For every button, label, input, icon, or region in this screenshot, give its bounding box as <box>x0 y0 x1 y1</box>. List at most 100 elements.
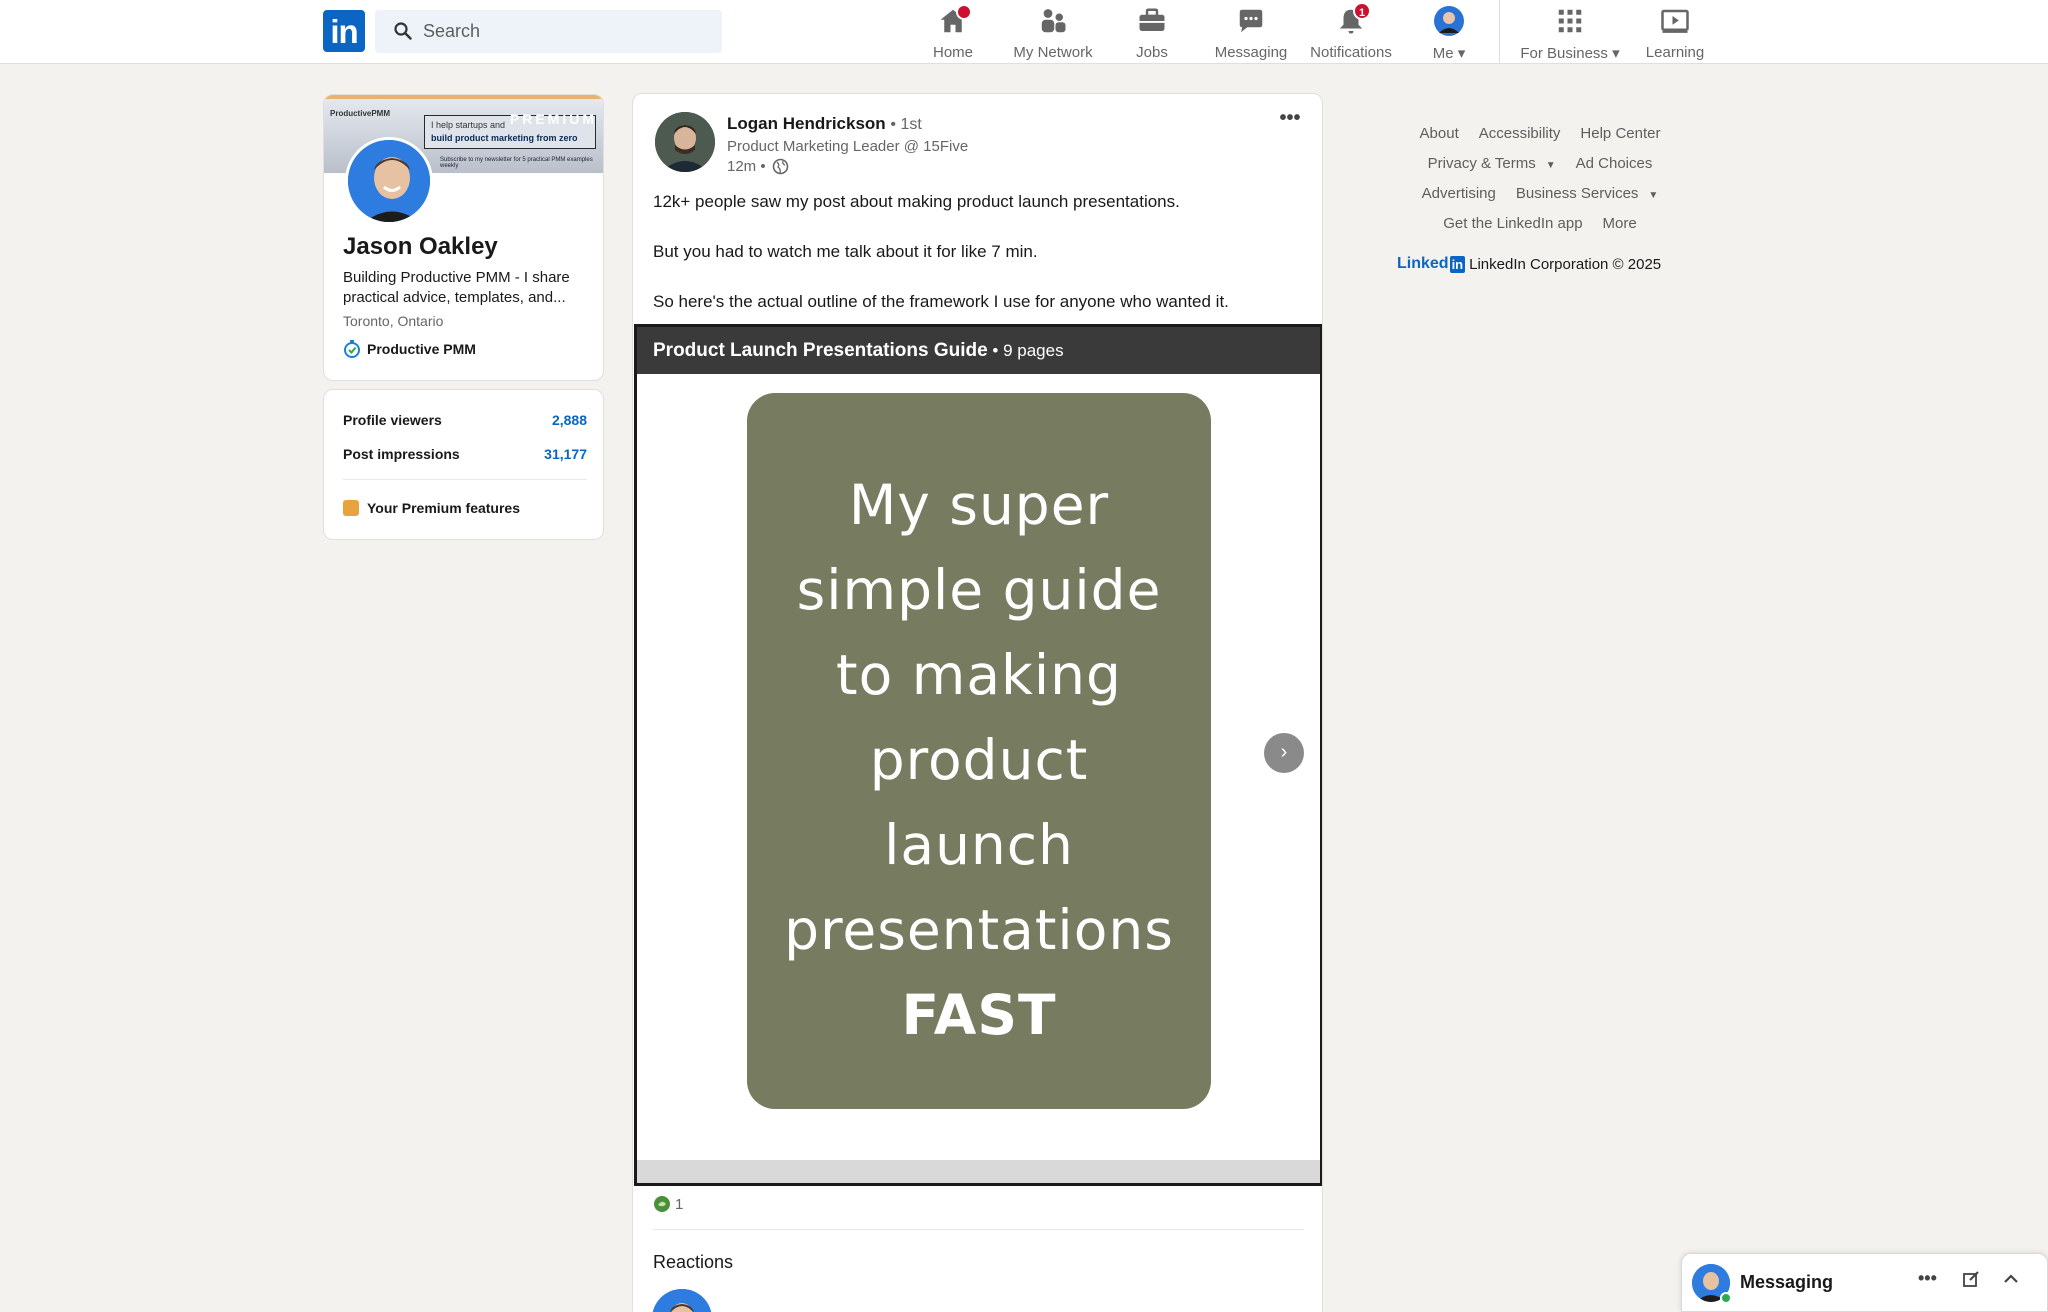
nav-notifications[interactable]: 1 Notifications <box>1305 2 1397 61</box>
nav-me-label: Me ▾ <box>1432 45 1466 62</box>
globe-icon <box>772 158 788 175</box>
messaging-overlay-tab[interactable]: Messaging ••• <box>1681 1253 2048 1312</box>
network-icon <box>1005 6 1101 36</box>
footer-privacy-terms-link[interactable]: Privacy & Terms ▼ <box>1428 155 1556 172</box>
nav-my-network[interactable]: My Network <box>1005 6 1101 61</box>
slide-text-line: launch <box>884 813 1074 877</box>
reactions-summary[interactable]: 1 <box>653 1195 683 1213</box>
footer-get-app-link[interactable]: Get the LinkedIn app <box>1443 215 1582 232</box>
nav-jobs-label: Jobs <box>1136 44 1168 61</box>
chevron-right-icon: › <box>1280 741 1288 763</box>
copyright-line: Linked in LinkedIn Corporation © 2025 <box>1397 255 1661 273</box>
post-text-line-3: So here's the actual outline of the fram… <box>653 292 1229 311</box>
nav-learning[interactable]: Learning <box>1640 6 1710 61</box>
document-page-count: • 9 pages <box>987 341 1064 360</box>
stats-divider <box>343 479 587 480</box>
author-line: Logan Hendrickson • 1st <box>727 114 922 134</box>
profile-avatar[interactable] <box>345 137 433 225</box>
post-timestamp: 12m • <box>727 158 766 175</box>
grid-icon <box>1510 6 1630 36</box>
post-text-line-2: But you had to watch me talk about it fo… <box>653 242 1038 261</box>
nav-me[interactable]: Me ▾ <box>1424 6 1474 62</box>
linkedin-logo[interactable]: in <box>323 10 365 52</box>
profile-headline: Building Productive PMM - I share practi… <box>343 269 570 306</box>
document-title: Product Launch Presentations Guide <box>653 340 988 361</box>
document-carousel[interactable]: Product Launch Presentations Guide • 9 p… <box>634 324 1322 1186</box>
profile-viewers-row[interactable]: Profile viewers 2,888 <box>343 412 587 428</box>
footer-advertising-link[interactable]: Advertising <box>1422 185 1496 202</box>
profile-viewers-count: 2,888 <box>551 412 587 428</box>
productive-pmm-logo-icon <box>344 340 360 358</box>
post-text-line-1: 12k+ people saw my post about making pro… <box>653 192 1180 211</box>
footer-business-services-link[interactable]: Business Services ▼ <box>1516 185 1658 202</box>
footer-help-center-link[interactable]: Help Center <box>1580 125 1660 142</box>
chevron-up-icon <box>2004 1274 2018 1283</box>
post-more-options-button[interactable]: ••• <box>1273 108 1307 132</box>
top-nav: in Home My Network Jobs Messaging 1 <box>0 0 2048 64</box>
profile-viewers-label: Profile viewers <box>343 412 442 428</box>
profile-name[interactable]: Jason Oakley <box>343 233 498 261</box>
footer-accessibility-link[interactable]: Accessibility <box>1479 125 1561 142</box>
messaging-more-button[interactable]: ••• <box>1918 1268 1937 1289</box>
footer-more-link[interactable]: More <box>1603 215 1637 232</box>
profile-organization[interactable]: Productive PMM <box>343 340 476 358</box>
author-avatar[interactable] <box>655 112 715 172</box>
learning-icon <box>1640 6 1710 36</box>
slide-text-line: simple guide <box>796 558 1162 622</box>
banner-premium-label: PREMIUM <box>509 111 597 127</box>
next-page-button[interactable]: › <box>1264 733 1304 773</box>
nav-jobs[interactable]: Jobs <box>1122 6 1182 61</box>
chevron-down-icon: ▾ <box>1612 45 1620 62</box>
nav-for-business[interactable]: For Business ▾ <box>1510 6 1630 62</box>
slide-text-line: My super <box>848 473 1110 537</box>
chevron-down-icon: ▾ <box>1457 45 1466 62</box>
nav-divider <box>1499 0 1500 64</box>
me-avatar <box>1424 6 1474 36</box>
notifications-badge: 1 <box>1353 2 1371 20</box>
banner-brand: ProductivePMM <box>330 109 391 118</box>
caret-down-icon: ▼ <box>1545 159 1556 171</box>
document-header: Product Launch Presentations Guide • 9 p… <box>637 327 1320 374</box>
home-notification-dot <box>956 4 972 20</box>
author-name[interactable]: Logan Hendrickson <box>727 114 886 133</box>
nav-messaging-label: Messaging <box>1214 44 1288 61</box>
footer-links: About Accessibility Help Center Privacy … <box>1395 118 1685 238</box>
post-impressions-label: Post impressions <box>343 446 460 462</box>
search-icon <box>394 22 412 40</box>
profile-stats-card: Profile viewers 2,888 Post impressions 3… <box>323 389 604 540</box>
document-controls-bar[interactable] <box>637 1160 1320 1183</box>
reactions-divider <box>653 1229 1304 1230</box>
nav-messaging[interactable]: Messaging <box>1210 6 1292 61</box>
post-meta: 12m • <box>727 158 789 175</box>
nav-learning-label: Learning <box>1645 44 1705 61</box>
search-bar[interactable] <box>375 10 722 53</box>
premium-features-link[interactable]: Your Premium features <box>343 500 520 516</box>
search-input[interactable] <box>423 10 713 53</box>
footer-ad-choices-link[interactable]: Ad Choices <box>1576 155 1653 172</box>
nav-notifications-label: Notifications <box>1310 44 1392 61</box>
author-title: Product Marketing Leader @ 15Five <box>727 138 969 155</box>
home-icon <box>922 4 984 36</box>
footer-about-link[interactable]: About <box>1420 125 1459 142</box>
caret-down-icon: ▼ <box>1648 189 1659 201</box>
document-slide: My super simple guide to making product … <box>747 393 1211 1109</box>
chat-icon <box>1210 6 1292 36</box>
slide-text-line: FAST <box>901 983 1057 1047</box>
compose-message-button[interactable] <box>1962 1270 1980 1293</box>
profile-location: Toronto, Ontario <box>343 313 444 329</box>
reactor-avatar[interactable] <box>652 1289 712 1312</box>
nav-my-network-label: My Network <box>1013 44 1093 61</box>
nav-home[interactable]: Home <box>922 4 984 61</box>
online-status-dot <box>1720 1292 1732 1304</box>
support-reaction-icon <box>654 1196 670 1212</box>
premium-features-label: Your Premium features <box>367 500 521 516</box>
collapse-messaging-button[interactable] <box>2002 1270 2020 1293</box>
linkedin-wordmark-logo: Linked in <box>1397 255 1466 273</box>
profile-card[interactable]: ProductivePMM I help startups and build … <box>323 94 604 381</box>
copyright-text: LinkedIn Corporation © 2025 <box>1469 255 1662 273</box>
bell-icon: 1 <box>1305 2 1397 36</box>
reaction-count: 1 <box>675 1195 684 1213</box>
slide-text-line: presentations <box>784 898 1174 962</box>
post-impressions-row[interactable]: Post impressions 31,177 <box>343 446 587 462</box>
compose-icon <box>1963 1271 1979 1287</box>
